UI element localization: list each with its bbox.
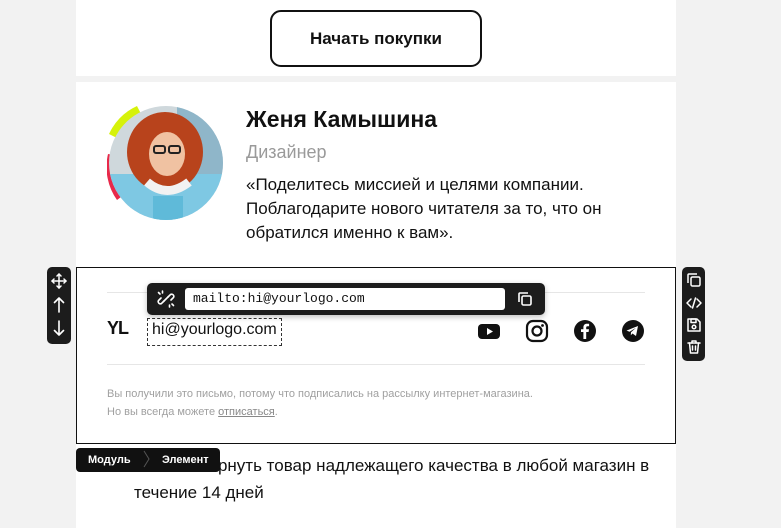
avatar — [106, 104, 225, 222]
legal-notice: Вы получили это письмо, потому что подпи… — [107, 385, 533, 421]
profile-role: Дизайнер — [246, 142, 327, 162]
legal-suffix: . — [274, 406, 278, 418]
duplicate-icon[interactable] — [686, 272, 702, 288]
telegram-icon[interactable] — [621, 319, 645, 343]
footer-logo: YL — [107, 318, 129, 338]
profile-quote: «Поделитесь миссией и целями компании. П… — [246, 175, 602, 242]
legal-line-1: Вы получили это письмо, потому что подпи… — [107, 388, 533, 400]
facebook-icon[interactable] — [573, 319, 597, 343]
link-editor-popover: mailto:hi@yourlogo.com — [147, 283, 545, 315]
divider — [107, 364, 645, 365]
unlink-icon[interactable] — [157, 290, 175, 308]
arrow-down-icon[interactable] — [51, 320, 67, 336]
youtube-icon[interactable] — [477, 319, 501, 343]
arrow-up-icon[interactable] — [51, 297, 67, 313]
breadcrumb: Модуль Элемент — [76, 448, 220, 472]
copy-icon[interactable] — [516, 290, 534, 308]
profile-name: Женя Камышина — [246, 106, 438, 132]
email-link[interactable]: hi@yourlogo.com — [147, 318, 282, 346]
social-links — [477, 319, 645, 343]
legal-prefix: Но вы всегда можете — [107, 406, 219, 418]
breadcrumb-module[interactable]: Модуль — [76, 454, 142, 466]
link-url-input[interactable]: mailto:hi@yourlogo.com — [185, 288, 505, 310]
save-icon[interactable] — [686, 317, 702, 333]
start-shopping-button[interactable]: Начать покупки — [270, 10, 482, 67]
module-actions-toolbar — [682, 267, 705, 361]
breadcrumb-separator-icon — [142, 447, 162, 474]
breadcrumb-element[interactable]: Элемент — [162, 454, 209, 466]
instagram-icon[interactable] — [525, 319, 549, 343]
move-icon[interactable] — [51, 273, 67, 289]
module-move-toolbar — [47, 267, 71, 344]
legal-line-2: Но вы всегда можете отписаться. — [107, 403, 533, 421]
unsubscribe-link[interactable]: отписаться — [218, 406, 275, 418]
trash-icon[interactable] — [686, 339, 702, 355]
code-icon[interactable] — [686, 295, 702, 311]
avatar-photo — [106, 106, 223, 220]
